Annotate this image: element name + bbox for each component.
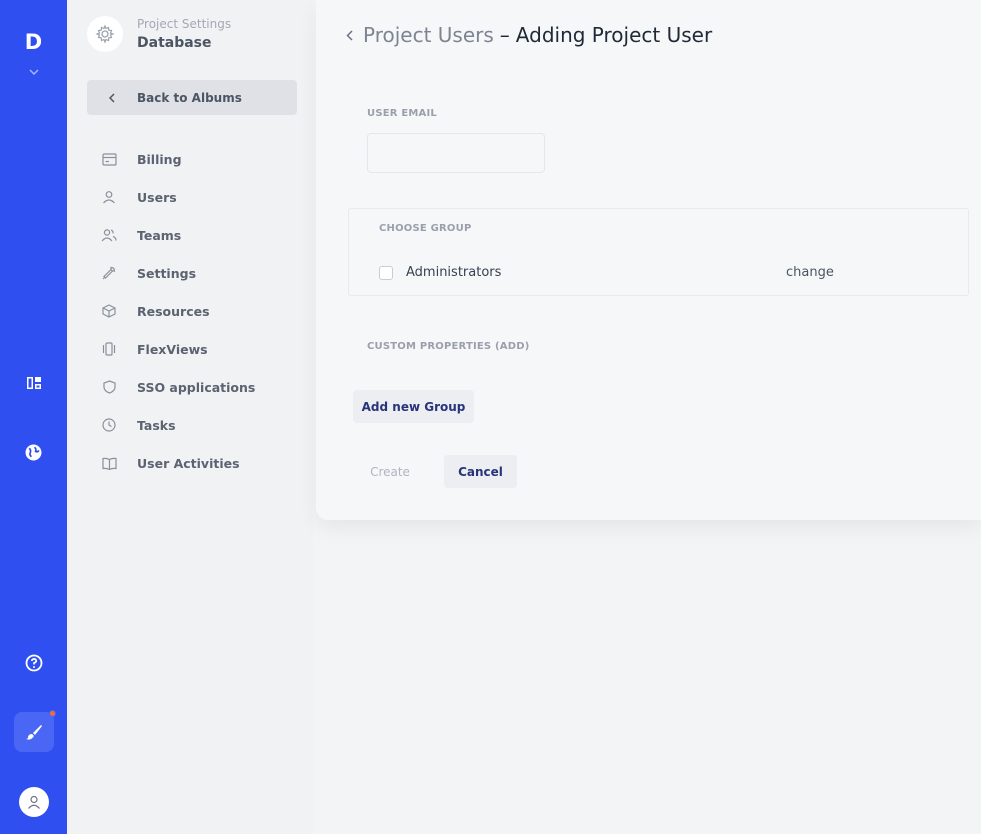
choose-group-label: CHOOSE GROUP	[379, 223, 472, 234]
globe-icon[interactable]	[0, 444, 67, 461]
breadcrumb-project-users[interactable]: Project Users	[363, 22, 494, 48]
page-heading: Adding Project User	[515, 23, 713, 47]
book-icon	[101, 455, 117, 471]
teams-icon	[101, 227, 117, 243]
user-email-label: USER EMAIL	[367, 108, 437, 119]
sidebar-item-label: User Activities	[137, 455, 240, 471]
back-to-albums-button[interactable]: Back to Albums	[87, 80, 297, 115]
user-email-input[interactable]	[367, 133, 545, 173]
brush-button[interactable]	[13, 710, 56, 752]
sidebar-item-tasks[interactable]: Tasks	[67, 406, 313, 444]
add-new-group-button[interactable]: Add new Group	[353, 390, 474, 423]
sidebar-item-billing[interactable]: Billing	[67, 140, 313, 178]
workspace-logo[interactable]: D	[25, 30, 42, 54]
user-icon	[27, 795, 40, 809]
back-label: Back to Albums	[137, 90, 242, 105]
group-option: Administrators	[379, 265, 501, 280]
breadcrumb-separator: –	[499, 23, 510, 47]
sidebar-item-label: Billing	[137, 151, 182, 167]
page-title: Project Users – Adding Project User	[346, 22, 712, 48]
choose-group-panel: CHOOSE GROUP Administrators change	[348, 208, 969, 296]
settings-nav: Billing Users Teams Settings Resources F…	[67, 140, 313, 482]
dashboard-icon[interactable]	[0, 375, 67, 391]
help-icon[interactable]	[0, 654, 67, 672]
sidebar-item-flexviews[interactable]: FlexViews	[67, 330, 313, 368]
change-group-link[interactable]: change	[786, 265, 834, 280]
clock-icon	[101, 417, 117, 433]
chevron-down-icon[interactable]	[28, 60, 39, 79]
gear-icon	[87, 16, 123, 52]
cancel-button[interactable]: Cancel	[444, 455, 517, 488]
administrators-checkbox[interactable]	[379, 265, 393, 280]
sidebar-item-settings[interactable]: Settings	[67, 254, 313, 292]
brush-icon	[25, 725, 42, 740]
sidebar-item-label: SSO applications	[137, 379, 256, 395]
shield-icon	[101, 379, 117, 395]
user-icon	[101, 189, 117, 205]
chevron-left-icon	[87, 92, 137, 103]
group-name: Administrators	[406, 265, 502, 280]
project-title: Database	[137, 35, 212, 51]
app-rail: D	[0, 0, 67, 834]
sidebar-item-label: Tasks	[137, 417, 176, 433]
sidebar-item-label: FlexViews	[137, 341, 208, 357]
create-button[interactable]: Create	[366, 455, 414, 488]
sidebar-item-teams[interactable]: Teams	[67, 216, 313, 254]
sidebar-item-user-activities[interactable]: User Activities	[67, 444, 313, 482]
notification-dot	[48, 710, 56, 717]
add-user-card: Project Users – Adding Project User USER…	[316, 0, 981, 520]
project-subtitle: Project Settings	[137, 17, 232, 31]
chevron-left-icon[interactable]	[346, 29, 353, 41]
sidebar-item-label: Resources	[137, 303, 210, 319]
billing-icon	[101, 151, 117, 167]
custom-properties-label[interactable]: CUSTOM PROPERTIES (ADD)	[367, 341, 530, 352]
cube-icon	[101, 303, 117, 319]
settings-sidebar: Project Settings Database Back to Albums…	[67, 0, 313, 834]
avatar[interactable]	[18, 787, 49, 817]
sidebar-item-sso-applications[interactable]: SSO applications	[67, 368, 313, 406]
sidebar-item-resources[interactable]: Resources	[67, 292, 313, 330]
sidebar-item-label: Users	[137, 189, 177, 205]
sidebar-item-users[interactable]: Users	[67, 178, 313, 216]
flexviews-icon	[101, 341, 117, 357]
sidebar-item-label: Teams	[137, 227, 182, 243]
wrench-icon	[101, 265, 117, 281]
sidebar-item-label: Settings	[137, 265, 197, 281]
project-header: Project Settings Database	[87, 16, 231, 52]
